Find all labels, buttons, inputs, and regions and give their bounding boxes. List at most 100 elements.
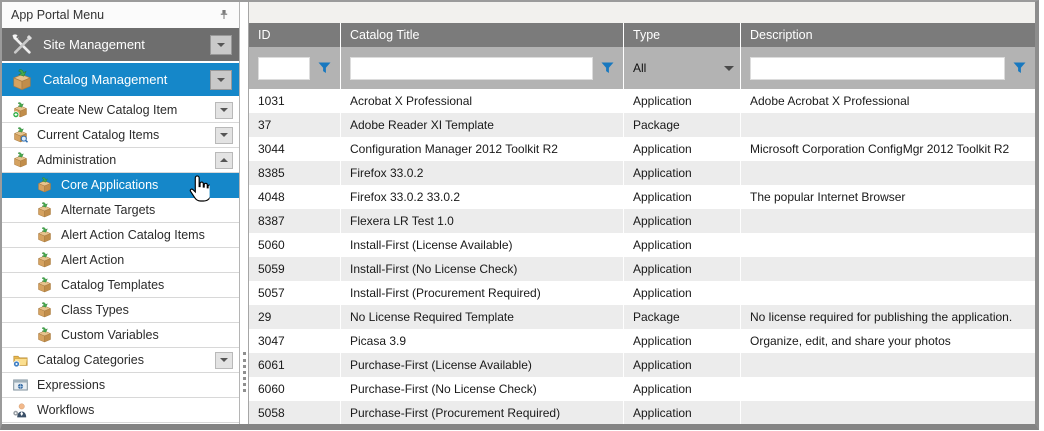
sidebar: App Portal Menu Site Management Catalog …	[2, 2, 240, 424]
column-header-id[interactable]: ID	[249, 23, 340, 47]
sidebar-item-alert-action[interactable]: Alert Action	[2, 248, 239, 273]
cell-catalog-title: Install-First (License Available)	[340, 233, 623, 257]
cell-description	[740, 401, 1035, 424]
chevron-icon	[220, 158, 228, 162]
table-row[interactable]: 8385 Firefox 33.0.2 Application	[249, 161, 1035, 185]
sidebar-item-label: Alert Action	[61, 253, 124, 267]
sidebar-item-class-types[interactable]: Class Types	[2, 298, 239, 323]
item-collapse-button[interactable]	[215, 152, 233, 169]
description-filter-input[interactable]	[750, 57, 1005, 80]
sidebar-title: App Portal Menu	[11, 8, 218, 22]
cell-description: Organize, edit, and share your photos	[740, 329, 1035, 353]
sidebar-item-create-new-catalog-item[interactable]: Create New Catalog Item	[2, 98, 239, 123]
cell-catalog-title: Acrobat X Professional	[340, 89, 623, 113]
id-filter-input[interactable]	[258, 57, 310, 80]
pin-icon[interactable]	[218, 9, 230, 21]
sidebar-item-custom-variables[interactable]: Custom Variables	[2, 323, 239, 348]
sidebar-item-label: Current Catalog Items	[37, 128, 159, 142]
table-row[interactable]: 29 No License Required Template Package …	[249, 305, 1035, 329]
cell-catalog-title: Purchase-First (License Available)	[340, 353, 623, 377]
cell-id: 3047	[249, 329, 340, 353]
sidebar-item-label: Administration	[37, 153, 116, 167]
filter-funnel-icon[interactable]	[601, 62, 614, 74]
column-header-description[interactable]: Description	[740, 23, 1035, 47]
table-row[interactable]: 1031 Acrobat X Professional Application …	[249, 89, 1035, 113]
cell-type: Application	[623, 209, 740, 233]
table-row[interactable]: 3044 Configuration Manager 2012 Toolkit …	[249, 137, 1035, 161]
cell-catalog-title: Firefox 33.0.2	[340, 161, 623, 185]
item-collapse-button[interactable]	[215, 127, 233, 144]
cell-type: Application	[623, 89, 740, 113]
box-icon	[36, 177, 53, 193]
item-collapse-button[interactable]	[215, 352, 233, 369]
cell-catalog-title: Purchase-First (Procurement Required)	[340, 401, 623, 424]
chevron-icon	[220, 133, 228, 137]
sidebar-titlebar: App Portal Menu	[2, 2, 239, 28]
sidebar-item-workflows[interactable]: Workflows	[2, 398, 239, 423]
cell-description	[740, 209, 1035, 233]
title-filter-input[interactable]	[350, 57, 593, 80]
cell-description	[740, 353, 1035, 377]
sidebar-item-catalog-categories[interactable]: Catalog Categories	[2, 348, 239, 373]
cell-type: Application	[623, 377, 740, 401]
sidebar-item-expressions[interactable]: Expressions	[2, 373, 239, 398]
cell-type: Application	[623, 257, 740, 281]
folder-gear-icon	[12, 352, 29, 368]
cell-id: 3044	[249, 137, 340, 161]
sidebar-group-catalog-management[interactable]: Catalog Management	[2, 63, 239, 96]
cell-id: 4048	[249, 185, 340, 209]
group-collapse-button[interactable]	[210, 70, 232, 90]
type-filter-dropdown[interactable]: All	[624, 61, 740, 75]
box-icon	[36, 327, 53, 343]
sidebar-item-alternate-targets[interactable]: Alternate Targets	[2, 198, 239, 223]
table-row[interactable]: 6061 Purchase-First (License Available) …	[249, 353, 1035, 377]
table-row[interactable]: 3047 Picasa 3.9 Application Organize, ed…	[249, 329, 1035, 353]
table-row[interactable]: 8387 Flexera LR Test 1.0 Application	[249, 209, 1035, 233]
filter-funnel-icon[interactable]	[1013, 62, 1026, 74]
cell-type: Application	[623, 329, 740, 353]
sidebar-item-administration[interactable]: Administration	[2, 148, 239, 173]
table-row[interactable]: 5058 Purchase-First (Procurement Require…	[249, 401, 1035, 424]
sidebar-item-current-catalog-items[interactable]: Current Catalog Items	[2, 123, 239, 148]
item-collapse-button[interactable]	[215, 102, 233, 119]
table-row[interactable]: 37 Adobe Reader XI Template Package	[249, 113, 1035, 137]
sidebar-item-core-applications[interactable]: Core Applications	[2, 173, 239, 198]
sidebar-item-alert-action-catalog-items[interactable]: Alert Action Catalog Items	[2, 223, 239, 248]
cell-catalog-title: Adobe Reader XI Template	[340, 113, 623, 137]
cell-description: Adobe Acrobat X Professional	[740, 89, 1035, 113]
pane-splitter[interactable]	[240, 2, 248, 424]
cell-id: 6060	[249, 377, 340, 401]
splitter-grip-icon[interactable]	[243, 352, 246, 392]
box-icon	[12, 152, 29, 168]
cell-id: 29	[249, 305, 340, 329]
cell-description	[740, 233, 1035, 257]
cell-type: Package	[623, 305, 740, 329]
sidebar-item-catalog-templates[interactable]: Catalog Templates	[2, 273, 239, 298]
cell-id: 1031	[249, 89, 340, 113]
box-search-icon	[12, 127, 29, 143]
sidebar-group-site-management[interactable]: Site Management	[2, 28, 239, 61]
table-row[interactable]: 5060 Install-First (License Available) A…	[249, 233, 1035, 257]
table-row[interactable]: 6060 Purchase-First (No License Check) A…	[249, 377, 1035, 401]
cell-type: Application	[623, 137, 740, 161]
group-collapse-button[interactable]	[210, 35, 232, 55]
cell-id: 6061	[249, 353, 340, 377]
sidebar-item-label: Catalog Categories	[37, 353, 144, 367]
grid-header-row: ID Catalog Title Type Description	[249, 23, 1035, 47]
table-row[interactable]: 4048 Firefox 33.0.2 33.0.2 Application T…	[249, 185, 1035, 209]
column-header-catalog-title[interactable]: Catalog Title	[340, 23, 623, 47]
sidebar-item-label: Alert Action Catalog Items	[61, 228, 205, 242]
sidebar-item-label: Workflows	[37, 403, 94, 417]
sidebar-item-label: Class Types	[61, 303, 129, 317]
filter-funnel-icon[interactable]	[318, 62, 331, 74]
box-icon	[10, 69, 34, 91]
cell-description	[740, 113, 1035, 137]
cell-type: Application	[623, 401, 740, 424]
box-icon	[36, 252, 53, 268]
column-header-type[interactable]: Type	[623, 23, 740, 47]
table-row[interactable]: 5057 Install-First (Procurement Required…	[249, 281, 1035, 305]
table-row[interactable]: 5059 Install-First (No License Check) Ap…	[249, 257, 1035, 281]
cell-id: 5058	[249, 401, 340, 424]
cell-type: Package	[623, 113, 740, 137]
filter-cell-description	[740, 47, 1035, 89]
